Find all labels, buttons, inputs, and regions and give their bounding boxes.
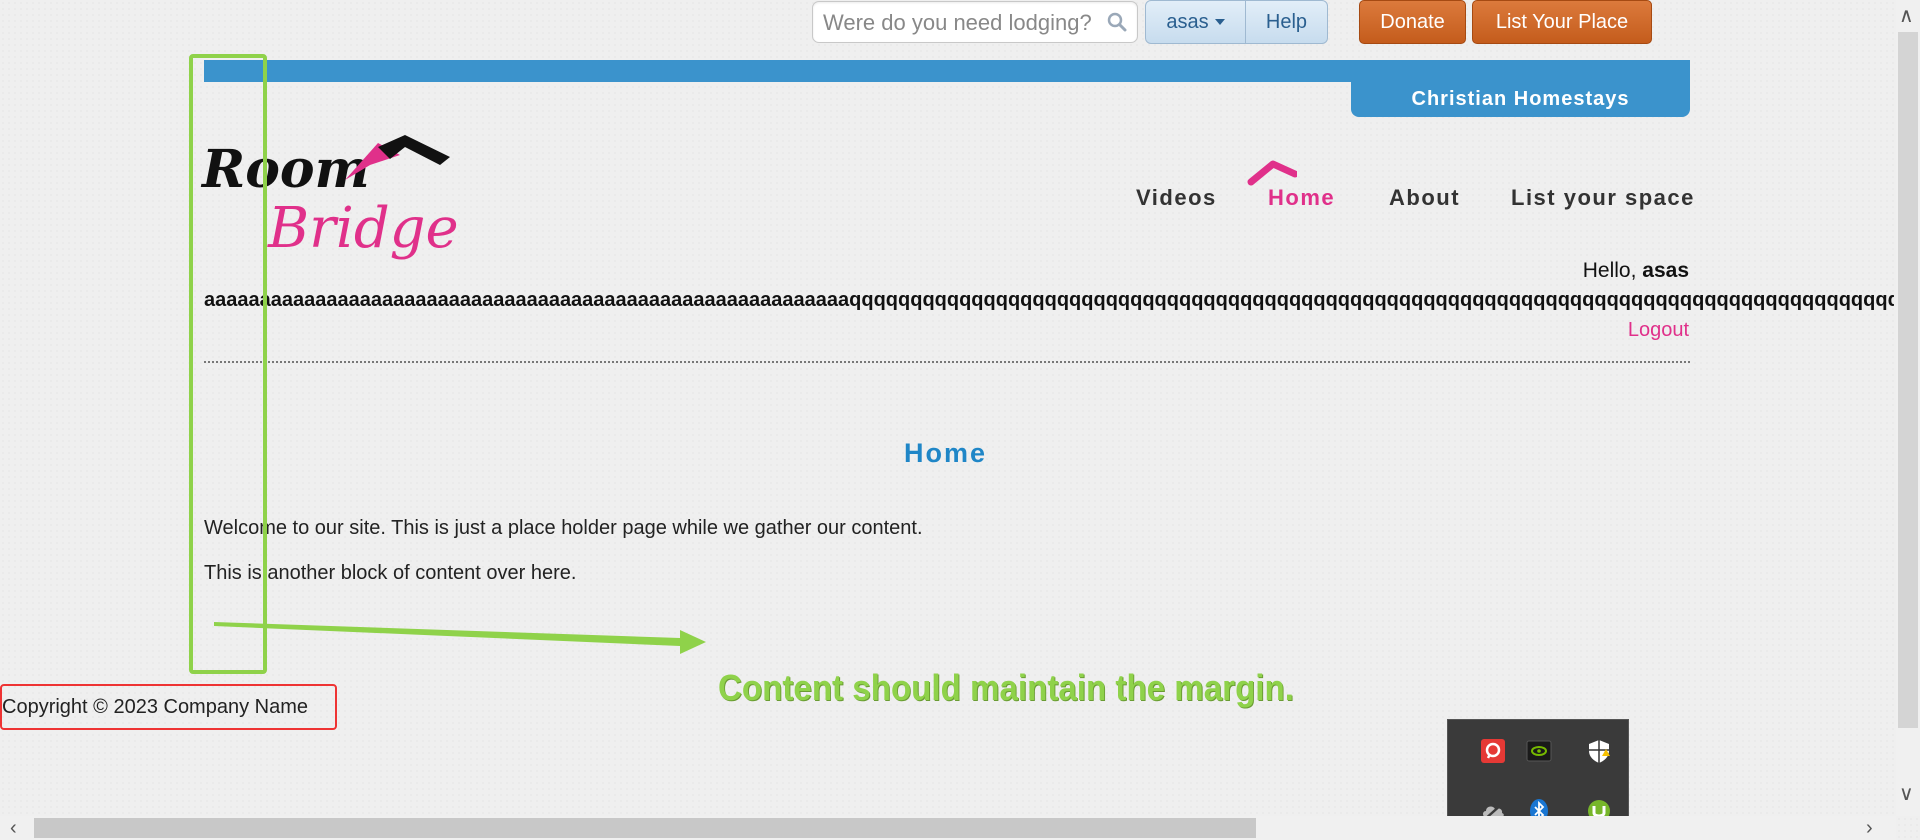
search-icon[interactable] [1107, 12, 1127, 32]
annotation-text: Content should maintain the margin. [718, 667, 1294, 708]
footer-copyright: Copyright © 2023 Company Name [0, 684, 337, 730]
nav-item-home[interactable]: Home [1268, 185, 1335, 211]
greeting-prefix: Hello, [1582, 259, 1637, 282]
search-box[interactable] [812, 1, 1138, 43]
annotation-arrow [214, 622, 706, 654]
help-button[interactable]: Help [1246, 0, 1328, 44]
greeting: Hello, asas [1583, 259, 1689, 283]
logo-text-bridge: Bridge [267, 196, 459, 261]
nav-item-about[interactable]: About [1389, 185, 1460, 211]
nav-item-list-your-space[interactable]: List your space [1511, 185, 1695, 211]
header-tab[interactable]: Christian Homestays [1351, 60, 1690, 117]
pushbullet-icon[interactable] [1480, 738, 1506, 764]
vertical-scrollbar-thumb[interactable] [1898, 32, 1918, 728]
user-menu-button[interactable]: asas [1145, 0, 1246, 44]
home-roof-icon [1247, 160, 1297, 186]
user-full-name: aaaaaaaaaaaaaaaaaaaaaaaaaaaaaaaaaaaaaaaa… [204, 289, 1894, 311]
scroll-left-icon[interactable]: ‹ [10, 818, 17, 838]
security-shield-icon[interactable] [1586, 738, 1612, 764]
list-your-place-button[interactable]: List Your Place [1472, 0, 1652, 44]
horizontal-scrollbar-thumb[interactable] [34, 818, 1256, 838]
logout-link[interactable]: Logout [1628, 319, 1689, 342]
nvidia-icon[interactable] [1526, 738, 1552, 764]
content-paragraph: Welcome to our site. This is just a plac… [204, 517, 923, 539]
user-menu-label: asas [1166, 10, 1209, 33]
header-tab-label: Christian Homestays [1411, 88, 1630, 110]
greeting-username: asas [1642, 259, 1689, 282]
scroll-down-icon[interactable]: ∨ [1899, 784, 1914, 804]
search-input[interactable] [821, 8, 1095, 38]
page-title: Home [904, 438, 988, 468]
scroll-up-icon[interactable]: ∧ [1899, 6, 1914, 26]
logo-roof-black [378, 135, 450, 165]
scroll-right-icon[interactable]: › [1866, 818, 1873, 838]
donate-button[interactable]: Donate [1359, 0, 1466, 44]
caret-down-icon [1214, 19, 1225, 25]
annotation-margin-box [189, 54, 267, 674]
header-divider [204, 361, 1690, 363]
nav-item-videos[interactable]: Videos [1136, 185, 1217, 211]
